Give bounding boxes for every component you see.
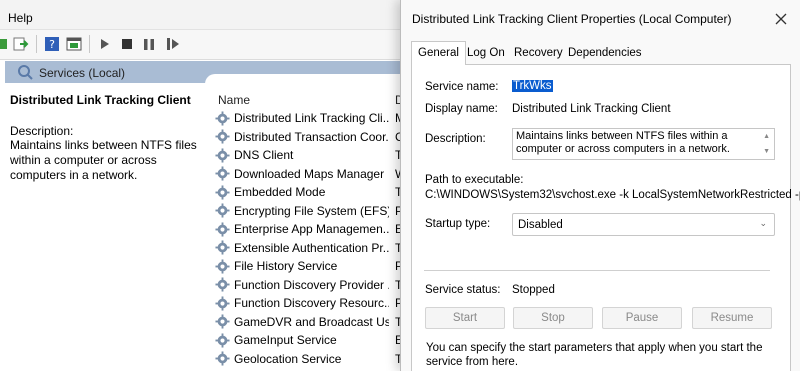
- service-status-label: Service status:: [425, 284, 501, 296]
- gear-icon: [215, 259, 230, 274]
- menu-help[interactable]: Help: [8, 11, 33, 25]
- services-icon: [17, 64, 33, 83]
- service-row-name: DNS Client: [234, 148, 294, 163]
- gear-icon: [215, 203, 230, 218]
- service-row-name: Geolocation Service: [234, 351, 342, 366]
- stop-icon[interactable]: [121, 36, 133, 52]
- service-row[interactable]: Embedded ModeTl: [215, 183, 405, 202]
- service-row[interactable]: Geolocation ServiceTl: [215, 350, 405, 369]
- gear-icon: [215, 277, 230, 292]
- service-row-name: Function Discovery Provider ...: [234, 277, 389, 292]
- service-status-value: Stopped: [512, 284, 555, 296]
- toolbar-separator: [36, 35, 37, 53]
- startup-type-label: Startup type:: [425, 218, 491, 230]
- gear-icon: [215, 314, 230, 329]
- gear-icon: [215, 351, 230, 366]
- service-row-name: Encrypting File System (EFS): [234, 203, 389, 218]
- back-icon[interactable]: [0, 36, 8, 52]
- service-row[interactable]: Extensible Authentication Pr...Tl: [215, 239, 405, 258]
- gear-icon: [215, 166, 230, 181]
- display-name-label: Display name:: [425, 103, 498, 115]
- export-icon[interactable]: [13, 36, 29, 52]
- tab-dependencies[interactable]: Dependencies: [562, 42, 648, 64]
- gear-icon: [215, 296, 230, 311]
- start-button[interactable]: Start: [425, 307, 505, 329]
- svg-text:?: ?: [49, 38, 55, 51]
- gear-icon: [215, 129, 230, 144]
- resume-button[interactable]: Resume: [692, 307, 772, 329]
- service-description-pane: Distributed Link Tracking Client Descrip…: [5, 84, 210, 371]
- service-row[interactable]: DNS ClientTl: [215, 146, 405, 165]
- general-tab-panel: Service name: TrkWks Display name: Distr…: [411, 64, 800, 371]
- close-icon[interactable]: [770, 8, 792, 30]
- service-row[interactable]: Enterprise App Managemen...Er: [215, 220, 407, 239]
- pause-icon[interactable]: [143, 36, 155, 52]
- service-name-value[interactable]: TrkWks: [512, 80, 553, 92]
- selected-service-name: Distributed Link Tracking Client: [10, 93, 191, 107]
- service-row[interactable]: Encrypting File System (EFS) P: [215, 202, 405, 221]
- service-row-name: Distributed Transaction Coor...: [234, 129, 389, 144]
- start-parameters-hint: You can specify the start parameters tha…: [426, 342, 763, 368]
- service-row-name: Enterprise App Managemen...: [234, 222, 389, 237]
- scroll-down-icon[interactable]: ▼: [763, 148, 770, 155]
- services-list: Distributed Link Tracking Cli...MDistrib…: [215, 109, 407, 369]
- description-label: Description:: [425, 133, 486, 145]
- gear-icon: [215, 185, 230, 200]
- services-local-title: Services (Local): [39, 66, 126, 80]
- service-row-name: Distributed Link Tracking Cli...: [234, 111, 389, 126]
- chevron-down-icon: ⌄: [759, 218, 767, 228]
- display-name-value[interactable]: Distributed Link Tracking Client: [512, 103, 671, 115]
- scroll-up-icon[interactable]: ▲: [763, 133, 770, 140]
- service-row[interactable]: GameDVR and Broadcast Us...Tl: [215, 313, 405, 332]
- services-list-pane: Name D Distributed Link Tracking Cli...M…: [205, 74, 407, 371]
- service-row-name: Function Discovery Resourc...: [234, 296, 389, 311]
- properties-dialog: Distributed Link Tracking Client Propert…: [400, 0, 800, 371]
- properties-icon[interactable]: [66, 36, 82, 52]
- help-icon[interactable]: ?: [44, 36, 60, 52]
- play-icon[interactable]: [99, 36, 111, 52]
- gear-icon: [215, 222, 230, 237]
- tab-recovery[interactable]: Recovery: [508, 42, 569, 64]
- service-name-label: Service name:: [425, 81, 499, 93]
- toolbar-separator: [89, 35, 90, 53]
- tab-general[interactable]: General: [411, 41, 466, 65]
- column-header-name[interactable]: Name: [218, 93, 250, 107]
- service-row-name: GameInput Service: [234, 333, 337, 348]
- path-value[interactable]: C:\WINDOWS\System32\svchost.exe -k Local…: [425, 189, 800, 201]
- dialog-title: Distributed Link Tracking Client Propert…: [412, 12, 732, 26]
- service-row-name: GameDVR and Broadcast Us...: [234, 314, 389, 329]
- description-text: Maintains links between NTFS files withi…: [10, 138, 197, 182]
- service-row-name: Embedded Mode: [234, 185, 326, 200]
- service-row[interactable]: File History Service P: [215, 257, 405, 276]
- description-label: Description:: [10, 124, 74, 138]
- description-value: Maintains links between NTFS files withi…: [516, 130, 730, 155]
- service-row[interactable]: Function Discovery Provider ...Tl: [215, 276, 405, 295]
- service-row[interactable]: GameInput ServiceEr: [215, 331, 407, 350]
- service-row[interactable]: Distributed Transaction Coor...C: [215, 128, 405, 147]
- path-label: Path to executable:: [425, 174, 524, 186]
- gear-icon: [215, 111, 230, 126]
- service-row-name: Downloaded Maps Manager: [234, 166, 385, 181]
- description-field[interactable]: Maintains links between NTFS files withi…: [512, 128, 775, 160]
- restart-icon[interactable]: [166, 36, 180, 52]
- stop-button[interactable]: Stop: [513, 307, 593, 329]
- service-row[interactable]: Downloaded Maps ManagerW: [215, 165, 406, 184]
- pause-button[interactable]: Pause: [602, 307, 682, 329]
- tab-log-on[interactable]: Log On: [461, 42, 511, 64]
- startup-type-select[interactable]: Disabled ⌄: [512, 213, 775, 236]
- gear-icon: [215, 333, 230, 348]
- gear-icon: [215, 148, 230, 163]
- startup-type-value: Disabled: [518, 219, 563, 231]
- service-row-name: Extensible Authentication Pr...: [234, 240, 389, 255]
- service-row[interactable]: Distributed Link Tracking Cli...M: [215, 109, 405, 128]
- service-row[interactable]: Function Discovery Resourc... P: [215, 294, 405, 313]
- gear-icon: [215, 240, 230, 255]
- service-row-name: File History Service: [234, 259, 338, 274]
- divider: [424, 270, 770, 271]
